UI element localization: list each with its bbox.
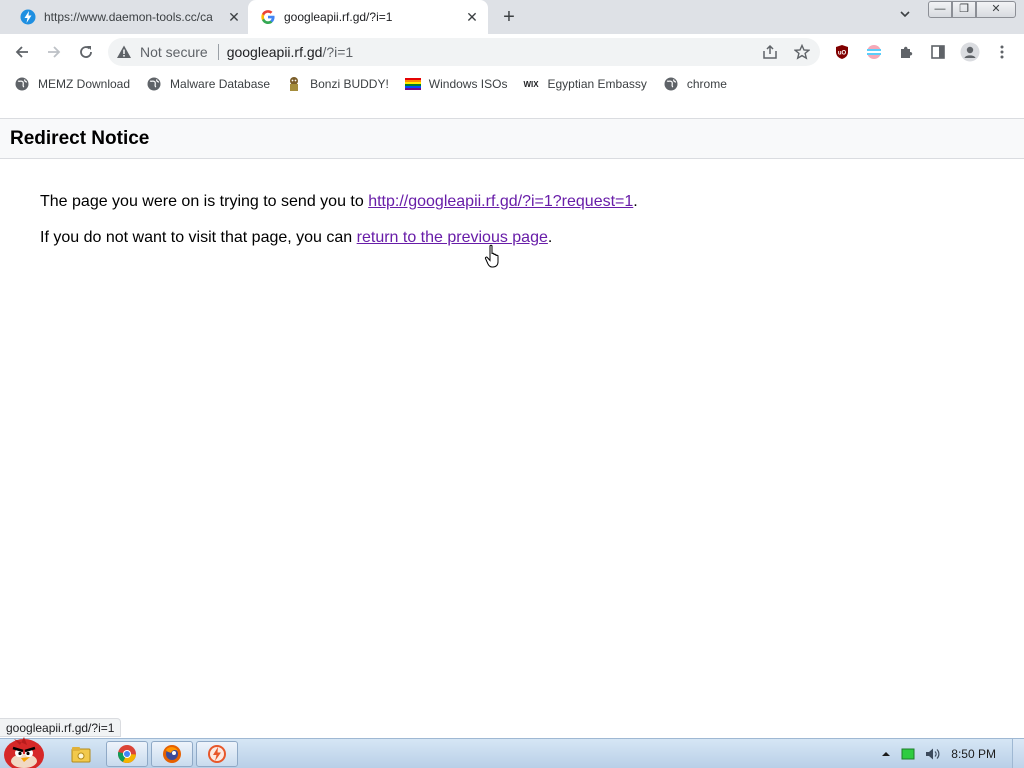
daemon-tools-bolt-icon bbox=[20, 9, 36, 25]
minimize-button[interactable]: — bbox=[928, 1, 952, 18]
show-desktop-button[interactable] bbox=[1012, 739, 1024, 768]
close-tab-icon[interactable]: ✕ bbox=[226, 9, 242, 25]
hand-cursor-icon bbox=[484, 244, 499, 268]
rainbow-flag-icon bbox=[404, 76, 421, 92]
svg-text:WIX: WIX bbox=[524, 80, 540, 89]
bookmark-label: Bonzi BUDDY! bbox=[310, 77, 389, 91]
tab-strip: https://www.daemon-tools.cc/ca ✕ googlea… bbox=[0, 0, 1024, 34]
bookmark-chrome[interactable]: chrome bbox=[663, 76, 727, 92]
bookmark-malware-database[interactable]: Malware Database bbox=[146, 76, 270, 92]
show-hidden-icons-button[interactable] bbox=[881, 750, 891, 758]
new-tab-button[interactable]: + bbox=[498, 7, 520, 29]
browser-toolbar: Not secure googleapii.rf.gd/?i=1 uO bbox=[0, 34, 1024, 70]
bookmark-windows-isos[interactable]: Windows ISOs bbox=[404, 76, 508, 92]
share-icon[interactable] bbox=[762, 44, 778, 60]
side-panel-button[interactable] bbox=[926, 40, 950, 64]
bookmarks-bar: MEMZ Download Malware Database Bonzi BUD… bbox=[0, 70, 1024, 98]
chrome-icon bbox=[117, 745, 136, 763]
wix-icon: WIX bbox=[523, 76, 540, 92]
profile-avatar-icon bbox=[960, 42, 980, 62]
tab-title: https://www.daemon-tools.cc/ca bbox=[44, 10, 213, 24]
url-path: /?i=1 bbox=[322, 44, 354, 60]
extensions-button[interactable] bbox=[894, 40, 918, 64]
bookmark-label: MEMZ Download bbox=[38, 77, 131, 91]
divider bbox=[217, 44, 219, 60]
reload-button[interactable] bbox=[74, 40, 98, 64]
system-tray: 8:50 PM bbox=[881, 739, 1024, 768]
address-bar[interactable]: Not secure googleapii.rf.gd/?i=1 bbox=[108, 38, 820, 66]
url-host: googleapii.rf.gd bbox=[226, 44, 323, 60]
firefox-like-icon bbox=[163, 745, 181, 763]
globe-icon bbox=[14, 76, 30, 92]
striped-circle-icon bbox=[867, 45, 881, 59]
bonzi-icon bbox=[286, 76, 302, 92]
google-g-icon bbox=[260, 9, 276, 25]
bookmark-egyptian-embassy[interactable]: WIX Egyptian Embassy bbox=[523, 76, 647, 92]
tab-title: googleapii.rf.gd/?i=1 bbox=[284, 10, 393, 24]
battery-tray-icon[interactable] bbox=[901, 748, 915, 760]
taskbar-file-explorer[interactable] bbox=[60, 741, 102, 767]
close-tab-icon[interactable]: ✕ bbox=[464, 9, 480, 25]
taskbar-clock[interactable]: 8:50 PM bbox=[951, 747, 996, 761]
security-chip[interactable]: Not secure bbox=[108, 44, 208, 60]
punctuation: . bbox=[547, 229, 553, 246]
notice-header: Redirect Notice bbox=[0, 118, 1024, 159]
punctuation: . bbox=[633, 193, 638, 210]
menu-button[interactable] bbox=[990, 40, 1014, 64]
profile-button[interactable] bbox=[958, 40, 982, 64]
return-message: If you do not want to visit that page, y… bbox=[40, 229, 552, 247]
bookmark-bonzi-buddy[interactable]: Bonzi BUDDY! bbox=[286, 76, 389, 92]
bookmark-label: Egyptian Embassy bbox=[547, 77, 647, 91]
back-arrow-icon bbox=[15, 46, 28, 58]
bookmark-label: Malware Database bbox=[170, 77, 271, 91]
side-panel-icon bbox=[931, 45, 945, 59]
close-window-button[interactable]: ✕ bbox=[976, 1, 1016, 18]
svg-text:uO: uO bbox=[838, 51, 847, 57]
chevron-up-icon bbox=[882, 752, 891, 756]
bookmark-label: Windows ISOs bbox=[428, 77, 508, 91]
back-button[interactable] bbox=[10, 40, 34, 64]
file-explorer-icon bbox=[71, 747, 91, 763]
start-button-angry-bird-icon[interactable] bbox=[0, 731, 50, 768]
more-vert-icon bbox=[1000, 45, 1004, 59]
bookmark-memz-download[interactable]: MEMZ Download bbox=[14, 76, 130, 92]
tab-googleapii[interactable]: googleapii.rf.gd/?i=1 ✕ bbox=[248, 0, 488, 34]
globe-icon bbox=[146, 76, 162, 92]
security-label: Not secure bbox=[140, 44, 208, 60]
return-previous-page-link[interactable]: return to the previous page bbox=[357, 229, 548, 246]
restore-button[interactable]: ❐ bbox=[952, 1, 976, 18]
bookmark-label: chrome bbox=[686, 77, 727, 91]
windows-taskbar: 8:50 PM bbox=[0, 737, 1024, 768]
redirect-message: The page you were on is trying to send y… bbox=[40, 193, 638, 211]
reload-icon bbox=[80, 46, 92, 58]
ublock-shield-icon: uO bbox=[836, 45, 848, 59]
forward-button[interactable] bbox=[42, 40, 66, 64]
tab-daemon-tools[interactable]: https://www.daemon-tools.cc/ca ✕ bbox=[10, 0, 248, 34]
bookmark-star-icon[interactable] bbox=[794, 44, 810, 60]
warning-triangle-icon bbox=[117, 45, 131, 58]
chevron-down-icon[interactable] bbox=[896, 8, 914, 26]
page-content: Redirect Notice The page you were on is … bbox=[0, 98, 1024, 738]
page-title: Redirect Notice bbox=[10, 128, 150, 149]
redirect-message-text: The page you were on is trying to send y… bbox=[40, 193, 369, 210]
daemon-tools-icon bbox=[208, 745, 226, 763]
taskbar-browser-2[interactable] bbox=[151, 741, 193, 767]
taskbar-daemon-tools[interactable] bbox=[196, 741, 238, 767]
globe-icon bbox=[663, 76, 679, 92]
taskbar-chrome[interactable] bbox=[106, 741, 148, 767]
extension-button[interactable] bbox=[862, 40, 886, 64]
forward-arrow-icon bbox=[48, 46, 61, 58]
volume-tray-icon[interactable] bbox=[925, 747, 941, 761]
ublock-origin-extension[interactable]: uO bbox=[830, 40, 854, 64]
puzzle-piece-icon bbox=[901, 46, 913, 58]
redirect-target-link[interactable]: http://googleapii.rf.gd/?i=1?request=1 bbox=[368, 193, 633, 210]
return-message-text: If you do not want to visit that page, y… bbox=[40, 229, 357, 246]
